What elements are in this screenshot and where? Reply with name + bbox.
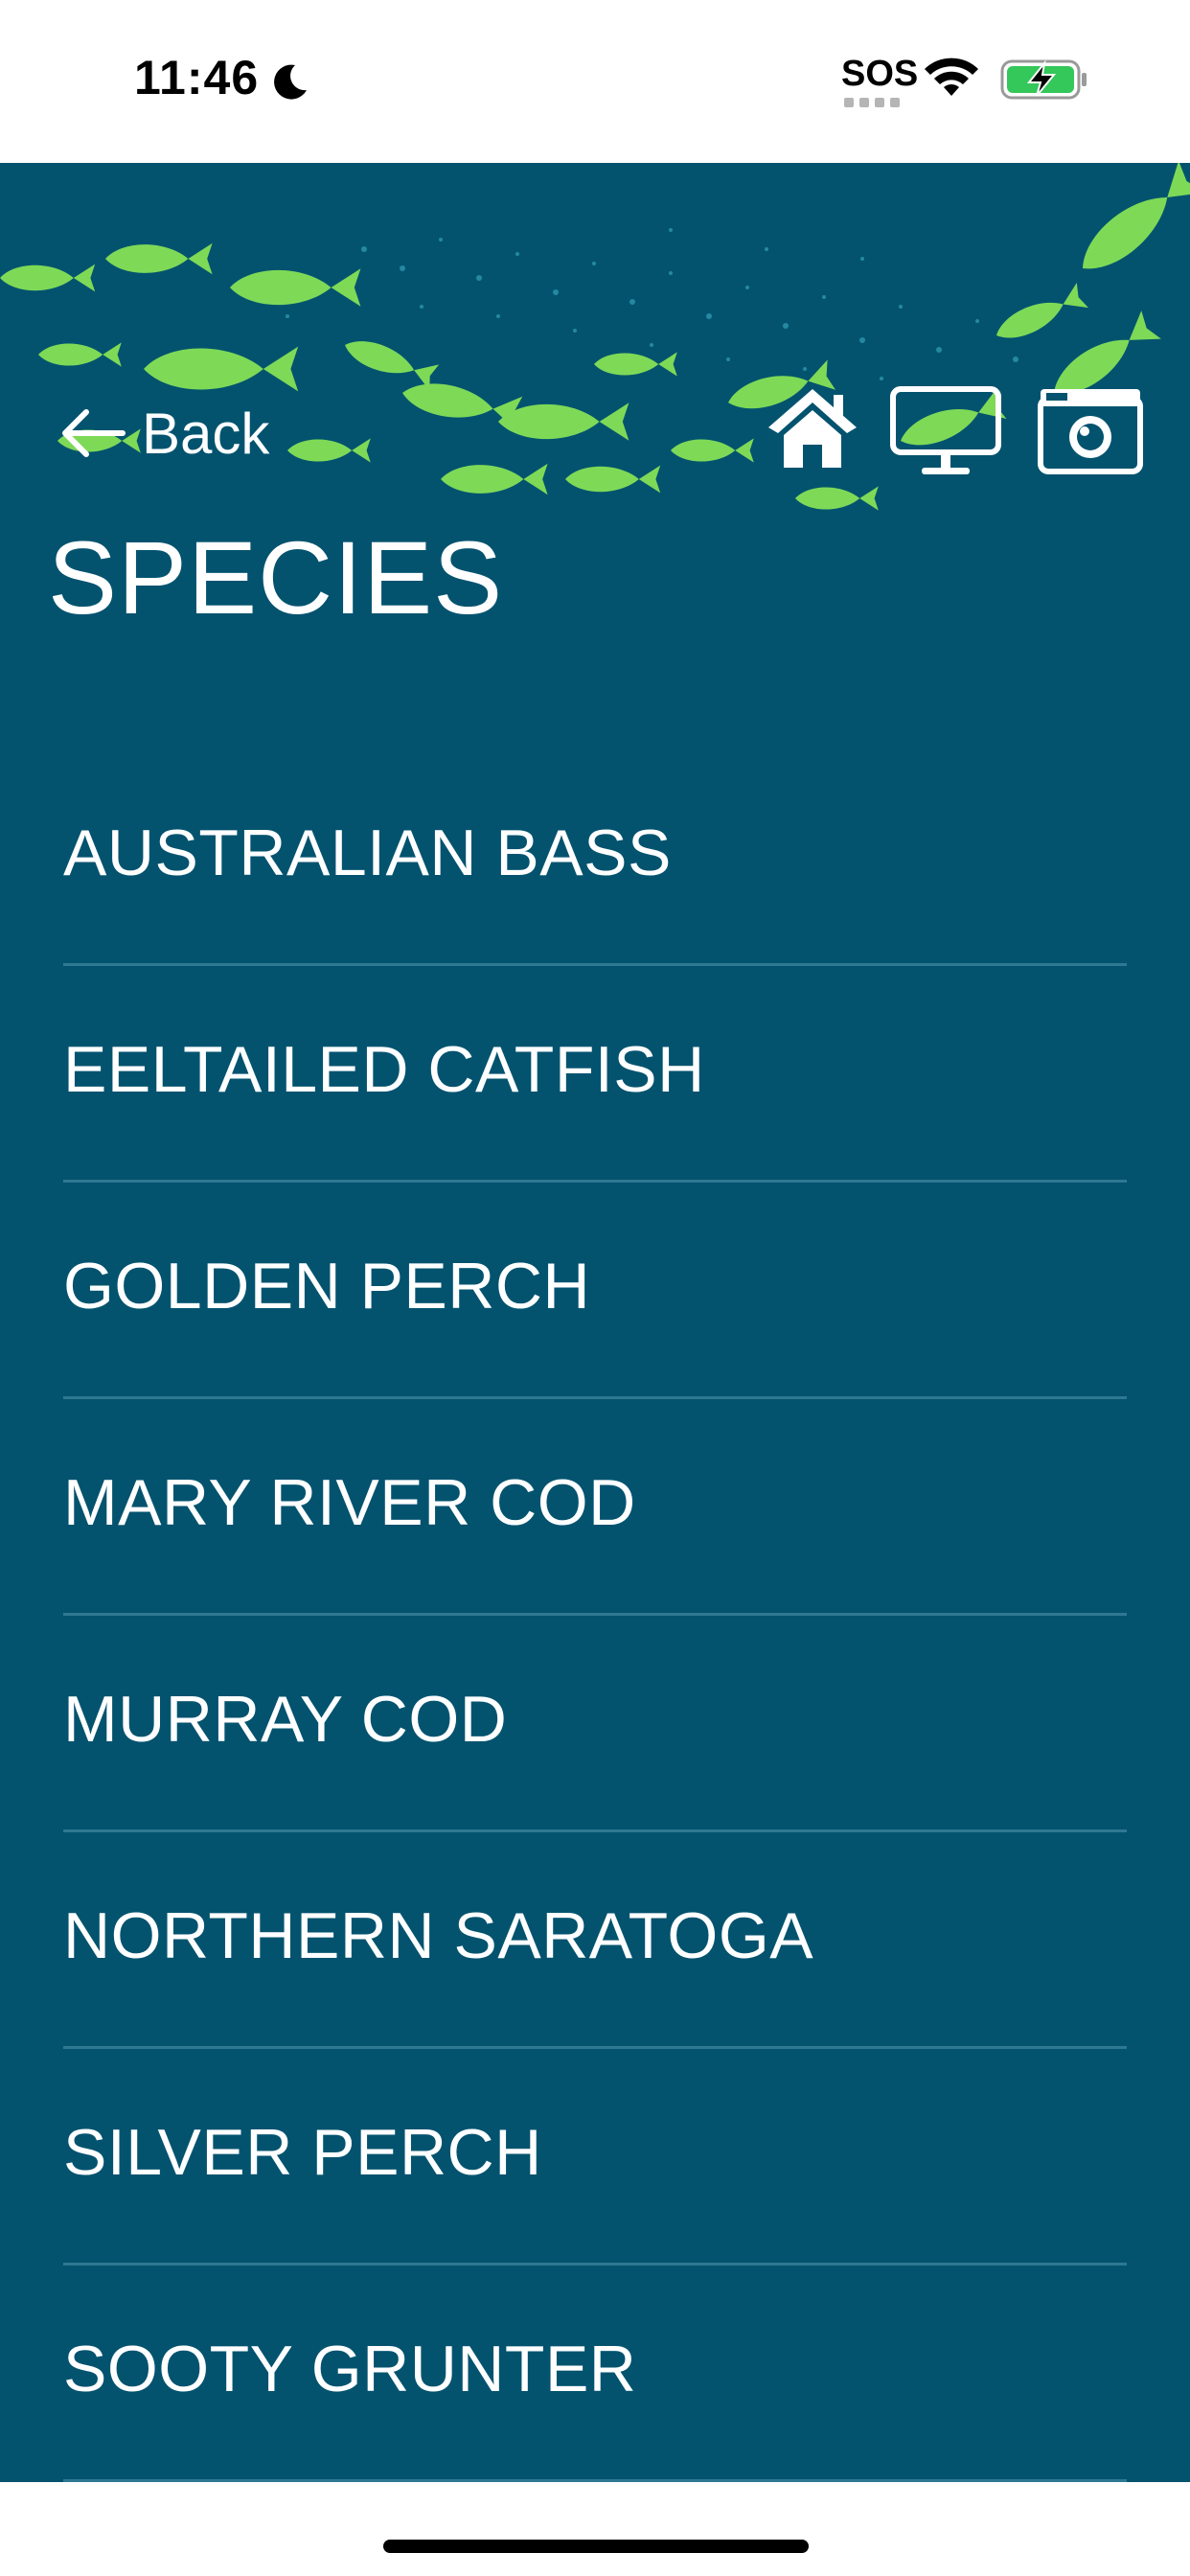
- moon-icon: [274, 64, 307, 100]
- wifi-icon: [925, 58, 978, 96]
- home-indicator[interactable]: [383, 2540, 809, 2553]
- species-label: MURRAY COD: [63, 1682, 508, 1756]
- status-time: 11:46: [134, 51, 260, 104]
- signal-dots: [844, 98, 900, 107]
- back-button[interactable]: Back: [57, 393, 269, 473]
- species-item[interactable]: AUSTRALIAN BASS: [63, 749, 1127, 966]
- home-icon[interactable]: [765, 385, 860, 470]
- species-item[interactable]: GOLDEN PERCH: [63, 1183, 1127, 1399]
- species-item[interactable]: EELTAILED CATFISH: [63, 966, 1127, 1183]
- species-label: GOLDEN PERCH: [63, 1249, 591, 1322]
- species-item[interactable]: MURRAY COD: [63, 1616, 1127, 1832]
- arrow-left-icon: [62, 409, 126, 457]
- page-title: SPECIES: [48, 519, 504, 635]
- battery-charging-icon: [1000, 59, 1087, 100]
- species-list: AUSTRALIAN BASS EELTAILED CATFISH GOLDEN…: [63, 749, 1127, 2482]
- back-label: Back: [142, 401, 270, 466]
- species-item[interactable]: MARY RIVER COD: [63, 1399, 1127, 1616]
- species-label: SOOTY GRUNTER: [63, 2332, 637, 2405]
- camera-icon[interactable]: [1037, 385, 1144, 477]
- species-label: AUSTRALIAN BASS: [63, 816, 672, 889]
- species-label: NORTHERN SARATOGA: [63, 1898, 814, 1972]
- home-indicator-area: [0, 2482, 1190, 2576]
- species-label: SILVER PERCH: [63, 2115, 542, 2189]
- species-screen: Back SPECIES AUSTRALIAN BASS EELTAILED C…: [0, 163, 1190, 2482]
- status-bar: 11:46 SOS: [0, 0, 1190, 163]
- sos-label: SOS: [841, 54, 919, 94]
- species-label: EELTAILED CATFISH: [63, 1032, 705, 1106]
- species-item[interactable]: NORTHERN SARATOGA: [63, 1832, 1127, 2049]
- species-item[interactable]: SILVER PERCH: [63, 2049, 1127, 2266]
- monitor-icon[interactable]: [889, 385, 1002, 477]
- species-label: MARY RIVER COD: [63, 1465, 636, 1539]
- species-item[interactable]: SOOTY GRUNTER: [63, 2266, 1127, 2482]
